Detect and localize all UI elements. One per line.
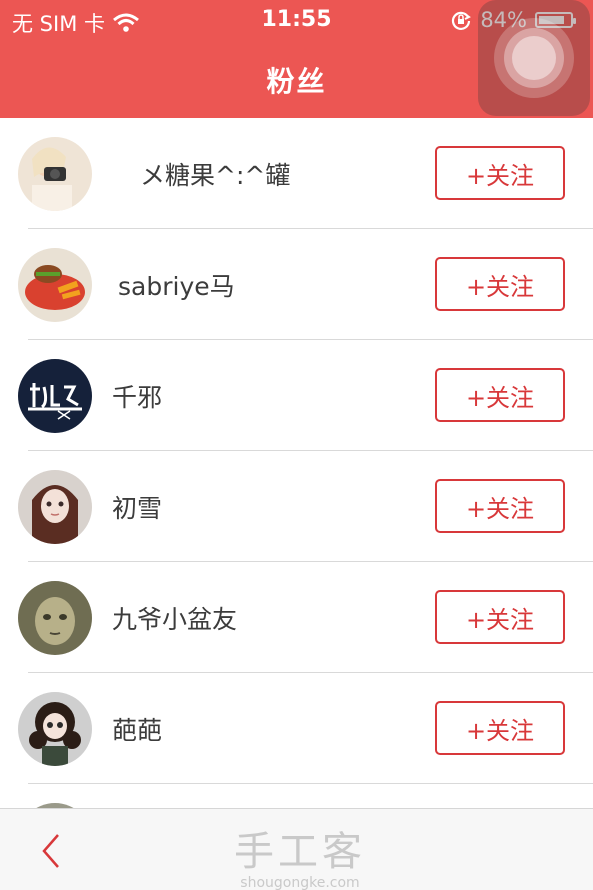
follower-name[interactable]: sabriye马 (118, 267, 235, 303)
follower-row[interactable]: 千邪 +关注 (0, 340, 593, 451)
follower-name[interactable]: 初雪 (112, 489, 162, 525)
back-chevron-icon[interactable] (36, 831, 66, 871)
follow-button[interactable]: +关注 (435, 590, 565, 644)
follower-list: メ糖果^:^罐 +关注 sabriye马 +关注 千邪 +关注 初雪 +关注 九… (0, 118, 593, 808)
follow-button[interactable]: +关注 (435, 701, 565, 755)
follower-row[interactable]: 葩葩 +关注 (0, 673, 593, 784)
follower-row[interactable]: 九爷小盆友 +关注 (0, 562, 593, 673)
avatar[interactable] (18, 581, 92, 655)
follower-row-partial[interactable] (0, 784, 593, 808)
follower-name[interactable]: 千邪 (112, 378, 162, 414)
follower-name[interactable]: 葩葩 (112, 711, 162, 747)
follower-name[interactable]: 九爷小盆友 (112, 600, 237, 636)
follower-row[interactable]: 初雪 +关注 (0, 451, 593, 562)
bottom-toolbar: 手工客 shougongke.com (0, 808, 593, 890)
follower-row[interactable]: メ糖果^:^罐 +关注 (0, 118, 593, 229)
follow-button[interactable]: +关注 (435, 257, 565, 311)
watermark-cn: 手工客 (234, 829, 366, 875)
follow-button[interactable]: +关注 (435, 368, 565, 422)
avatar[interactable] (18, 248, 92, 322)
watermark-logo: 手工客 shougongke.com (230, 819, 370, 890)
avatar[interactable] (18, 359, 92, 433)
follow-button[interactable]: +关注 (435, 146, 565, 200)
avatar[interactable] (18, 137, 92, 211)
follower-name[interactable]: メ糖果^:^罐 (140, 156, 290, 192)
assistive-touch-button[interactable] (478, 0, 590, 116)
watermark-en: shougongke.com (240, 875, 360, 890)
avatar[interactable] (18, 692, 92, 766)
follower-row[interactable]: sabriye马 +关注 (0, 229, 593, 340)
follow-button[interactable]: +关注 (435, 479, 565, 533)
rotation-lock-icon (452, 11, 472, 30)
avatar[interactable] (18, 470, 92, 544)
